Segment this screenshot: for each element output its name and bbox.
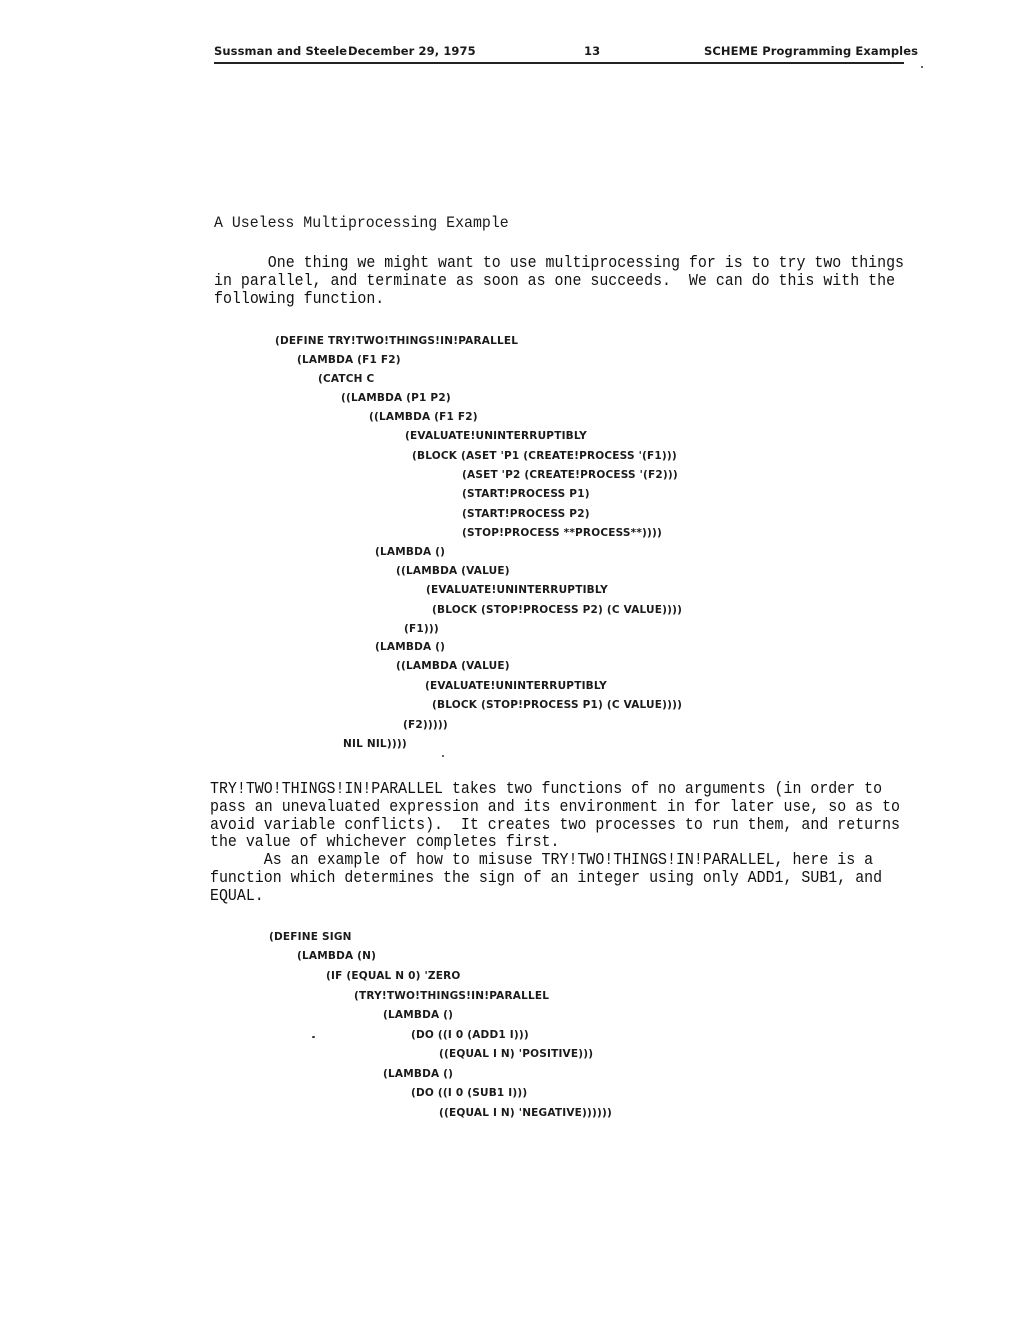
code-line: (ASET 'P2 (CREATE!PROCESS '(F2))) <box>462 469 678 481</box>
paragraph-line: the value of whichever completes first. <box>210 832 560 851</box>
code-line: (F2))))) <box>403 719 448 731</box>
paragraph-line: One thing we might want to use multiproc… <box>214 253 905 272</box>
paragraph-line: following function. <box>214 289 385 308</box>
code-line: (BLOCK (STOP!PROCESS P2) (C VALUE)))) <box>432 604 683 616</box>
paragraph-line: pass an unevaluated expression and its e… <box>210 797 901 816</box>
code-line: (LAMBDA () <box>375 546 446 558</box>
header-rule <box>214 62 904 64</box>
code-line: (LAMBDA () <box>383 1009 454 1021</box>
paragraph-line: function which determines the sign of an… <box>210 868 883 887</box>
code-line: (EVALUATE!UNINTERRUPTIBLY <box>405 430 587 442</box>
code-line: (LAMBDA (N) <box>297 950 377 962</box>
section-heading: A Useless Multiprocessing Example <box>214 214 509 232</box>
scan-speck <box>312 1036 315 1038</box>
code-line: ((LAMBDA (P1 P2) <box>341 392 451 404</box>
code-line: (EVALUATE!UNINTERRUPTIBLY <box>426 584 608 596</box>
code-line: (START!PROCESS P1) <box>462 488 590 500</box>
header-authors: Sussman and Steele <box>214 44 348 58</box>
code-line: ((LAMBDA (F1 F2) <box>369 411 478 423</box>
code-line: (IF (EQUAL N 0) 'ZERO <box>326 970 461 982</box>
paragraph-line: in parallel, and terminate as soon as on… <box>214 271 896 290</box>
scan-speck <box>921 66 923 68</box>
code-line: (LAMBDA (F1 F2) <box>297 354 401 366</box>
code-line: (STOP!PROCESS **PROCESS**)))) <box>462 527 663 539</box>
code-line: (DO ((I 0 (SUB1 I))) <box>411 1087 528 1099</box>
document-page: Sussman and Steele December 29, 1975 13 … <box>0 0 1024 1325</box>
code-line: (TRY!TWO!THINGS!IN!PARALLEL <box>354 990 550 1002</box>
header-date: December 29, 1975 <box>348 44 476 58</box>
paragraph-line: TRY!TWO!THINGS!IN!PARALLEL takes two fun… <box>210 779 883 798</box>
code-line: (DO ((I 0 (ADD1 I))) <box>411 1029 529 1041</box>
code-line: (DEFINE TRY!TWO!THINGS!IN!PARALLEL <box>275 335 519 347</box>
code-line: (START!PROCESS P2) <box>462 508 590 520</box>
paragraph-line: As an example of how to misuse TRY!TWO!T… <box>210 850 874 869</box>
code-line: (LAMBDA () <box>375 641 446 653</box>
code-line: NIL NIL)))) <box>343 738 407 750</box>
header-section: SCHEME Programming Examples <box>704 44 919 58</box>
scan-speck <box>442 755 444 757</box>
paragraph-line: EQUAL. <box>210 886 264 905</box>
code-line: ((EQUAL I N) 'POSITIVE))) <box>439 1048 594 1060</box>
code-line: ((EQUAL I N) 'NEGATIVE)))))) <box>439 1107 613 1119</box>
code-line: (F1))) <box>404 623 439 635</box>
code-line: (BLOCK (ASET 'P1 (CREATE!PROCESS '(F1))) <box>412 450 677 462</box>
code-line: ((LAMBDA (VALUE) <box>396 565 510 577</box>
header-page-number: 13 <box>584 44 601 58</box>
code-line: (LAMBDA () <box>383 1068 454 1080</box>
code-line: (BLOCK (STOP!PROCESS P1) (C VALUE)))) <box>432 699 683 711</box>
paragraph-line: avoid variable conflicts). It creates tw… <box>210 815 901 834</box>
code-line: (EVALUATE!UNINTERRUPTIBLY <box>425 680 607 692</box>
code-line: ((LAMBDA (VALUE) <box>396 660 510 672</box>
code-line: (CATCH C <box>318 373 375 385</box>
code-line: (DEFINE SIGN <box>269 931 352 943</box>
